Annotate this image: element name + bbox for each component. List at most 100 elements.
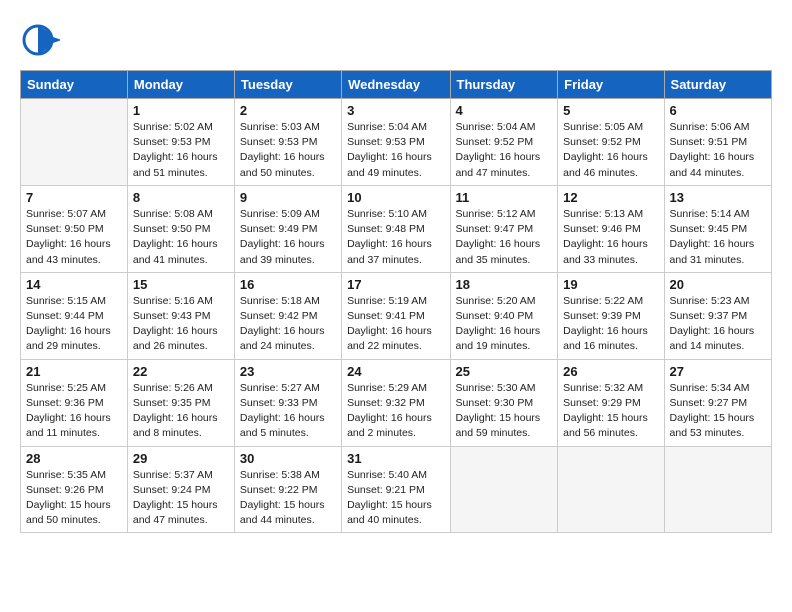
day-info: Sunrise: 5:19 AMSunset: 9:41 PMDaylight:… (347, 294, 444, 355)
day-number: 29 (133, 451, 229, 466)
calendar-week-row: 28 Sunrise: 5:35 AMSunset: 9:26 PMDayligh… (21, 446, 772, 533)
day-number: 30 (240, 451, 336, 466)
calendar-day-cell: 26 Sunrise: 5:32 AMSunset: 9:29 PMDayligh… (558, 359, 664, 446)
calendar-day-cell: 9 Sunrise: 5:09 AMSunset: 9:49 PMDaylight… (234, 185, 341, 272)
day-number: 11 (456, 190, 553, 205)
day-info: Sunrise: 5:12 AMSunset: 9:47 PMDaylight:… (456, 207, 553, 268)
calendar-day-cell: 7Sunrise: 5:07 AMSunset: 9:50 PMDaylight… (21, 185, 128, 272)
calendar-day-cell (558, 446, 664, 533)
day-number: 3 (347, 103, 444, 118)
calendar-day-cell (21, 99, 128, 186)
calendar-day-header: Monday (127, 71, 234, 99)
day-info: Sunrise: 5:09 AMSunset: 9:49 PMDaylight:… (240, 207, 336, 268)
calendar-day-cell: 31 Sunrise: 5:40 AMSunset: 9:21 PMDayligh… (342, 446, 450, 533)
calendar-day-cell: 29 Sunrise: 5:37 AMSunset: 9:24 PMDayligh… (127, 446, 234, 533)
day-info: Sunrise: 5:04 AMSunset: 9:52 PMDaylight:… (456, 120, 553, 181)
day-number: 26 (563, 364, 658, 379)
day-info: Sunrise: 5:26 AMSunset: 9:35 PMDaylight:… (133, 381, 229, 442)
day-info: Sunrise: 5:22 AMSunset: 9:39 PMDaylight:… (563, 294, 658, 355)
calendar-day-cell: 15 Sunrise: 5:16 AMSunset: 9:43 PMDayligh… (127, 272, 234, 359)
day-info: Sunrise: 5:03 AMSunset: 9:53 PMDaylight:… (240, 120, 336, 181)
calendar-day-cell: 14Sunrise: 5:15 AMSunset: 9:44 PMDayligh… (21, 272, 128, 359)
day-info: Sunrise: 5:18 AMSunset: 9:42 PMDaylight:… (240, 294, 336, 355)
day-number: 10 (347, 190, 444, 205)
day-number: 18 (456, 277, 553, 292)
calendar-day-cell: 18 Sunrise: 5:20 AMSunset: 9:40 PMDayligh… (450, 272, 558, 359)
calendar-day-cell: 3 Sunrise: 5:04 AMSunset: 9:53 PMDaylight… (342, 99, 450, 186)
calendar-day-header: Saturday (664, 71, 771, 99)
calendar-day-cell: 19 Sunrise: 5:22 AMSunset: 9:39 PMDayligh… (558, 272, 664, 359)
day-number: 19 (563, 277, 658, 292)
day-info: Sunrise: 5:32 AMSunset: 9:29 PMDaylight:… (563, 381, 658, 442)
day-number: 27 (670, 364, 766, 379)
day-info: Sunrise: 5:20 AMSunset: 9:40 PMDaylight:… (456, 294, 553, 355)
calendar-day-cell: 17 Sunrise: 5:19 AMSunset: 9:41 PMDayligh… (342, 272, 450, 359)
calendar-day-header: Friday (558, 71, 664, 99)
day-info: Sunrise: 5:07 AMSunset: 9:50 PMDaylight:… (26, 207, 122, 268)
calendar-day-cell: 20 Sunrise: 5:23 AMSunset: 9:37 PMDayligh… (664, 272, 771, 359)
calendar-day-cell: 13Sunrise: 5:14 AMSunset: 9:45 PMDayligh… (664, 185, 771, 272)
day-number: 12 (563, 190, 658, 205)
day-info: Sunrise: 5:13 AMSunset: 9:46 PMDaylight:… (563, 207, 658, 268)
day-info: Sunrise: 5:25 AMSunset: 9:36 PMDaylight:… (26, 381, 122, 442)
day-number: 22 (133, 364, 229, 379)
day-info: Sunrise: 5:37 AMSunset: 9:24 PMDaylight:… (133, 468, 229, 529)
calendar-day-cell: 30 Sunrise: 5:38 AMSunset: 9:22 PMDayligh… (234, 446, 341, 533)
day-number: 13 (670, 190, 766, 205)
calendar-day-cell: 5Sunrise: 5:05 AMSunset: 9:52 PMDaylight… (558, 99, 664, 186)
day-info: Sunrise: 5:38 AMSunset: 9:22 PMDaylight:… (240, 468, 336, 529)
calendar-day-cell (664, 446, 771, 533)
day-info: Sunrise: 5:35 AMSunset: 9:26 PMDaylight:… (26, 468, 122, 529)
day-info: Sunrise: 5:23 AMSunset: 9:37 PMDaylight:… (670, 294, 766, 355)
day-number: 20 (670, 277, 766, 292)
calendar-day-header: Thursday (450, 71, 558, 99)
calendar-day-cell: 16 Sunrise: 5:18 AMSunset: 9:42 PMDayligh… (234, 272, 341, 359)
calendar-header-row: SundayMondayTuesdayWednesdayThursdayFrid… (21, 71, 772, 99)
day-number: 8 (133, 190, 229, 205)
day-info: Sunrise: 5:04 AMSunset: 9:53 PMDaylight:… (347, 120, 444, 181)
logo (20, 20, 64, 60)
calendar-week-row: 21Sunrise: 5:25 AMSunset: 9:36 PMDayligh… (21, 359, 772, 446)
logo-icon (20, 20, 60, 60)
day-info: Sunrise: 5:10 AMSunset: 9:48 PMDaylight:… (347, 207, 444, 268)
page-header (20, 20, 772, 60)
calendar-week-row: 7Sunrise: 5:07 AMSunset: 9:50 PMDaylight… (21, 185, 772, 272)
day-number: 15 (133, 277, 229, 292)
calendar-day-cell: 27 Sunrise: 5:34 AMSunset: 9:27 PMDayligh… (664, 359, 771, 446)
day-number: 1 (133, 103, 229, 118)
calendar-day-cell: 6 Sunrise: 5:06 AMSunset: 9:51 PMDaylight… (664, 99, 771, 186)
day-number: 23 (240, 364, 336, 379)
calendar-week-row: 1 Sunrise: 5:02 AMSunset: 9:53 PMDaylight… (21, 99, 772, 186)
day-number: 28 (26, 451, 122, 466)
day-info: Sunrise: 5:08 AMSunset: 9:50 PMDaylight:… (133, 207, 229, 268)
day-number: 9 (240, 190, 336, 205)
day-number: 4 (456, 103, 553, 118)
day-info: Sunrise: 5:30 AMSunset: 9:30 PMDaylight:… (456, 381, 553, 442)
calendar-week-row: 14Sunrise: 5:15 AMSunset: 9:44 PMDayligh… (21, 272, 772, 359)
day-number: 24 (347, 364, 444, 379)
day-info: Sunrise: 5:16 AMSunset: 9:43 PMDaylight:… (133, 294, 229, 355)
calendar-day-cell: 1 Sunrise: 5:02 AMSunset: 9:53 PMDaylight… (127, 99, 234, 186)
calendar-day-cell: 25 Sunrise: 5:30 AMSunset: 9:30 PMDayligh… (450, 359, 558, 446)
day-number: 31 (347, 451, 444, 466)
day-info: Sunrise: 5:40 AMSunset: 9:21 PMDaylight:… (347, 468, 444, 529)
day-number: 6 (670, 103, 766, 118)
calendar-day-cell: 10 Sunrise: 5:10 AMSunset: 9:48 PMDayligh… (342, 185, 450, 272)
day-info: Sunrise: 5:27 AMSunset: 9:33 PMDaylight:… (240, 381, 336, 442)
day-number: 16 (240, 277, 336, 292)
day-info: Sunrise: 5:02 AMSunset: 9:53 PMDaylight:… (133, 120, 229, 181)
day-info: Sunrise: 5:29 AMSunset: 9:32 PMDaylight:… (347, 381, 444, 442)
calendar-day-header: Sunday (21, 71, 128, 99)
calendar-day-cell: 8 Sunrise: 5:08 AMSunset: 9:50 PMDaylight… (127, 185, 234, 272)
day-number: 14 (26, 277, 122, 292)
calendar-day-cell: 11 Sunrise: 5:12 AMSunset: 9:47 PMDayligh… (450, 185, 558, 272)
calendar-day-cell: 28 Sunrise: 5:35 AMSunset: 9:26 PMDayligh… (21, 446, 128, 533)
day-info: Sunrise: 5:34 AMSunset: 9:27 PMDaylight:… (670, 381, 766, 442)
calendar-day-cell: 12 Sunrise: 5:13 AMSunset: 9:46 PMDayligh… (558, 185, 664, 272)
calendar-day-cell: 23 Sunrise: 5:27 AMSunset: 9:33 PMDayligh… (234, 359, 341, 446)
calendar-day-cell: 21Sunrise: 5:25 AMSunset: 9:36 PMDayligh… (21, 359, 128, 446)
day-number: 25 (456, 364, 553, 379)
day-number: 5 (563, 103, 658, 118)
day-info: Sunrise: 5:06 AMSunset: 9:51 PMDaylight:… (670, 120, 766, 181)
day-number: 17 (347, 277, 444, 292)
